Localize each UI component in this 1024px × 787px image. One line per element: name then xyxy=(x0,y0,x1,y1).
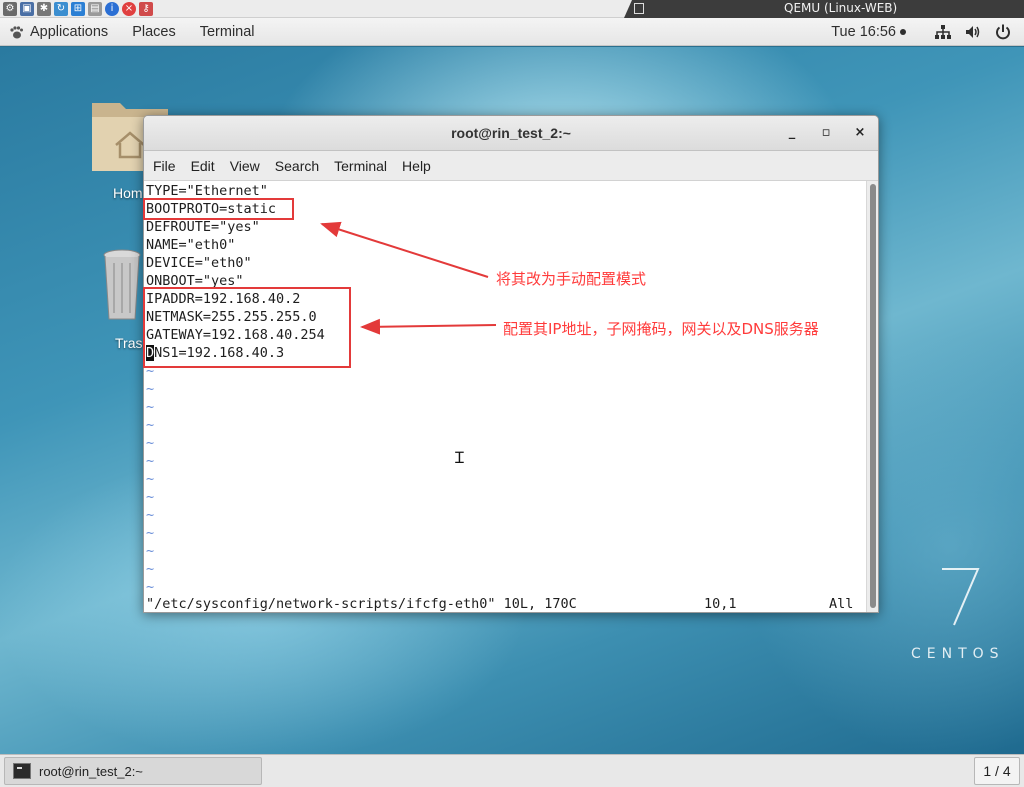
terminal-menu[interactable]: Terminal xyxy=(200,24,255,40)
empty-line-tilde: ~ xyxy=(146,435,155,451)
menu-terminal[interactable]: Terminal xyxy=(334,158,387,174)
empty-line-tilde: ~ xyxy=(146,453,155,469)
annotation-note-network: 配置其IP地址，子网掩码，网关以及DNS服务器 xyxy=(503,320,819,338)
vim-status-position: 10,1 xyxy=(704,596,737,612)
fullscreen-icon[interactable]: ▣ xyxy=(20,1,34,16)
top-panel: Applications Places Terminal Tue 16:56 xyxy=(0,18,1024,46)
menu-edit[interactable]: Edit xyxy=(191,158,215,174)
window-title: root@rin_test_2:~ xyxy=(451,125,571,141)
empty-line-tilde: ~ xyxy=(146,417,155,433)
vim-status-all: All xyxy=(829,596,854,612)
clock[interactable]: Tue 16:56 xyxy=(831,24,906,40)
qemu-title: QEMU (Linux-WEB) xyxy=(784,1,898,15)
footprint-icon xyxy=(10,25,23,38)
usb-icon[interactable]: ⚷ xyxy=(139,1,153,16)
menu-help[interactable]: Help xyxy=(402,158,431,174)
ibeam-cursor-icon: Ɪ xyxy=(455,448,464,467)
centos-seven-logo xyxy=(942,568,980,626)
document-icon xyxy=(634,3,644,14)
taskbar-terminal-item[interactable]: root@rin_test_2:~ xyxy=(4,757,262,785)
applications-label: Applications xyxy=(30,23,109,40)
menu-view[interactable]: View xyxy=(230,158,260,174)
line-defroute: DEFROUTE="yes" xyxy=(146,219,260,235)
qemu-toolbar: ⚙ ▣ ✱ ↻ ⊞ ▤ i × ⚷ QEMU (Linux-WEB) xyxy=(0,0,1024,18)
trash-icon[interactable] xyxy=(102,249,142,321)
terminal-scrollbar[interactable] xyxy=(866,181,878,612)
home-folder-label: Hom xyxy=(113,185,143,201)
menu-search[interactable]: Search xyxy=(275,158,319,174)
terminal-content[interactable]: TYPE="Ethernet" BOOTPROTO=static DEFROUT… xyxy=(144,181,866,612)
workspace-indicator[interactable]: 1 / 4 xyxy=(974,757,1020,785)
system-tray: Tue 16:56 xyxy=(831,18,1024,46)
maximize-button[interactable]: ▫ xyxy=(818,125,834,141)
info-icon[interactable]: i xyxy=(105,1,119,16)
network-icon[interactable] xyxy=(934,23,952,41)
volume-icon[interactable] xyxy=(964,23,982,41)
close-circle-icon[interactable]: × xyxy=(122,1,136,16)
empty-line-tilde: ~ xyxy=(146,471,155,487)
line-device: DEVICE="eth0" xyxy=(146,255,252,271)
empty-line-tilde: ~ xyxy=(146,543,155,559)
notification-dot-icon xyxy=(900,29,906,36)
trash-label: Tras xyxy=(115,335,143,351)
settings-icon[interactable]: ⚙ xyxy=(3,1,17,16)
annotation-box-bootproto xyxy=(143,198,294,220)
screenshot-icon[interactable]: ▤ xyxy=(88,1,102,16)
power-icon[interactable] xyxy=(994,23,1012,41)
qemu-tool-group: ⚙ ▣ ✱ ↻ ⊞ ▤ i × ⚷ xyxy=(0,0,153,18)
annotation-box-network xyxy=(143,287,351,368)
windows-icon[interactable]: ⊞ xyxy=(71,1,85,16)
scrollbar-thumb[interactable] xyxy=(870,184,876,608)
taskbar-terminal-label: root@rin_test_2:~ xyxy=(39,763,143,779)
clock-text: Tue 16:56 xyxy=(831,24,896,40)
qemu-title-bar: QEMU (Linux-WEB) xyxy=(624,0,1024,18)
refresh-icon[interactable]: ↻ xyxy=(54,1,68,16)
empty-line-tilde: ~ xyxy=(146,561,155,577)
empty-line-tilde: ~ xyxy=(146,507,155,523)
terminal-icon xyxy=(13,763,31,779)
menu-file[interactable]: File xyxy=(153,158,176,174)
empty-line-tilde: ~ xyxy=(146,525,155,541)
bottom-taskbar: root@rin_test_2:~ 1 / 4 xyxy=(0,754,1024,787)
applications-menu[interactable]: Applications xyxy=(8,24,132,40)
minimize-button[interactable]: _ xyxy=(784,125,800,141)
empty-line-tilde: ~ xyxy=(146,399,155,415)
centos-text: CENTOS xyxy=(911,646,1005,662)
places-menu[interactable]: Places xyxy=(132,24,176,40)
terminal-menubar: File Edit View Search Terminal Help xyxy=(144,151,878,181)
vim-status-file: "/etc/sysconfig/network-scripts/ifcfg-et… xyxy=(146,596,577,612)
close-button[interactable]: × xyxy=(852,125,868,141)
empty-line-tilde: ~ xyxy=(146,489,155,505)
gear-icon[interactable]: ✱ xyxy=(37,1,51,16)
window-titlebar[interactable]: root@rin_test_2:~ _ ▫ × xyxy=(144,116,878,151)
empty-line-tilde: ~ xyxy=(146,381,155,397)
annotation-note-static: 将其改为手动配置模式 xyxy=(496,270,647,288)
line-name: NAME="eth0" xyxy=(146,237,236,253)
empty-line-tilde: ~ xyxy=(146,579,155,595)
